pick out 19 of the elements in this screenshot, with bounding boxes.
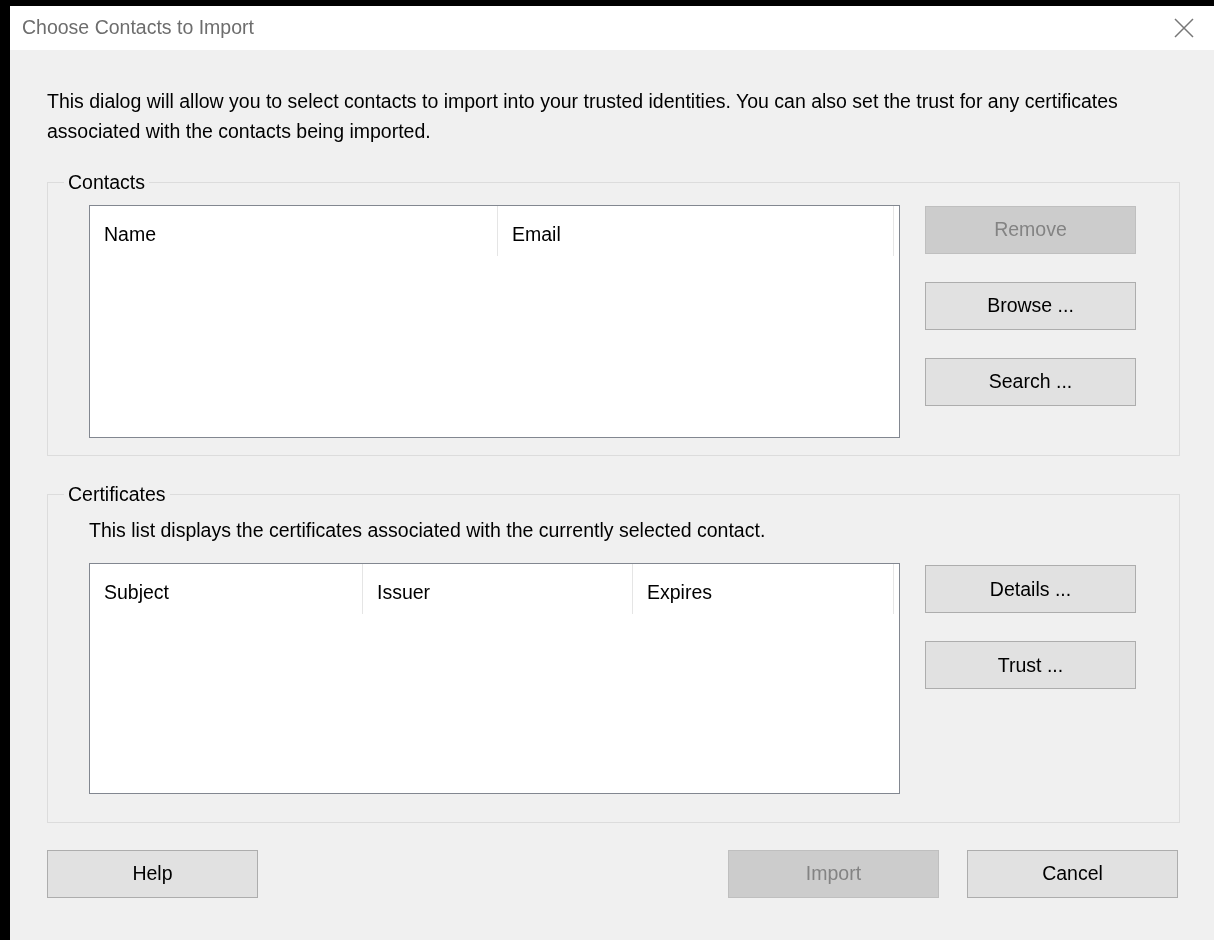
dialog-button[interactable]: Help [47,850,258,898]
certificates-list[interactable]: Subject Issuer Expires [89,563,900,795]
column-header[interactable]: Email [498,206,894,256]
dialog-button[interactable]: Cancel [967,850,1178,898]
group-label: Certificates [67,482,167,506]
dialog-button[interactable]: Browse ... [925,282,1136,330]
group-label: Contacts [67,170,146,194]
window-title: Choose Contacts to Import [22,15,254,41]
column-header[interactable]: Expires [633,564,894,615]
contacts-list[interactable]: Name Email [89,205,900,438]
dialog-button[interactable]: Details ... [925,565,1136,614]
close-icon[interactable] [1174,18,1194,38]
description-text: This list displays the certificates associated with the currently selected contact. [89,518,767,543]
dialog-button[interactable]: Trust ... [925,641,1136,690]
column-header[interactable]: Name [90,206,498,256]
intro-text: This dialog will allow you to select contacts to import into your trusted identities. You can also set the trust for any certificates associated with the contacts being imported. [47,89,1119,144]
column-header[interactable]: Subject [90,564,363,615]
dialog-button[interactable]: Search ... [925,358,1136,406]
column-header[interactable]: Issuer [363,564,633,615]
